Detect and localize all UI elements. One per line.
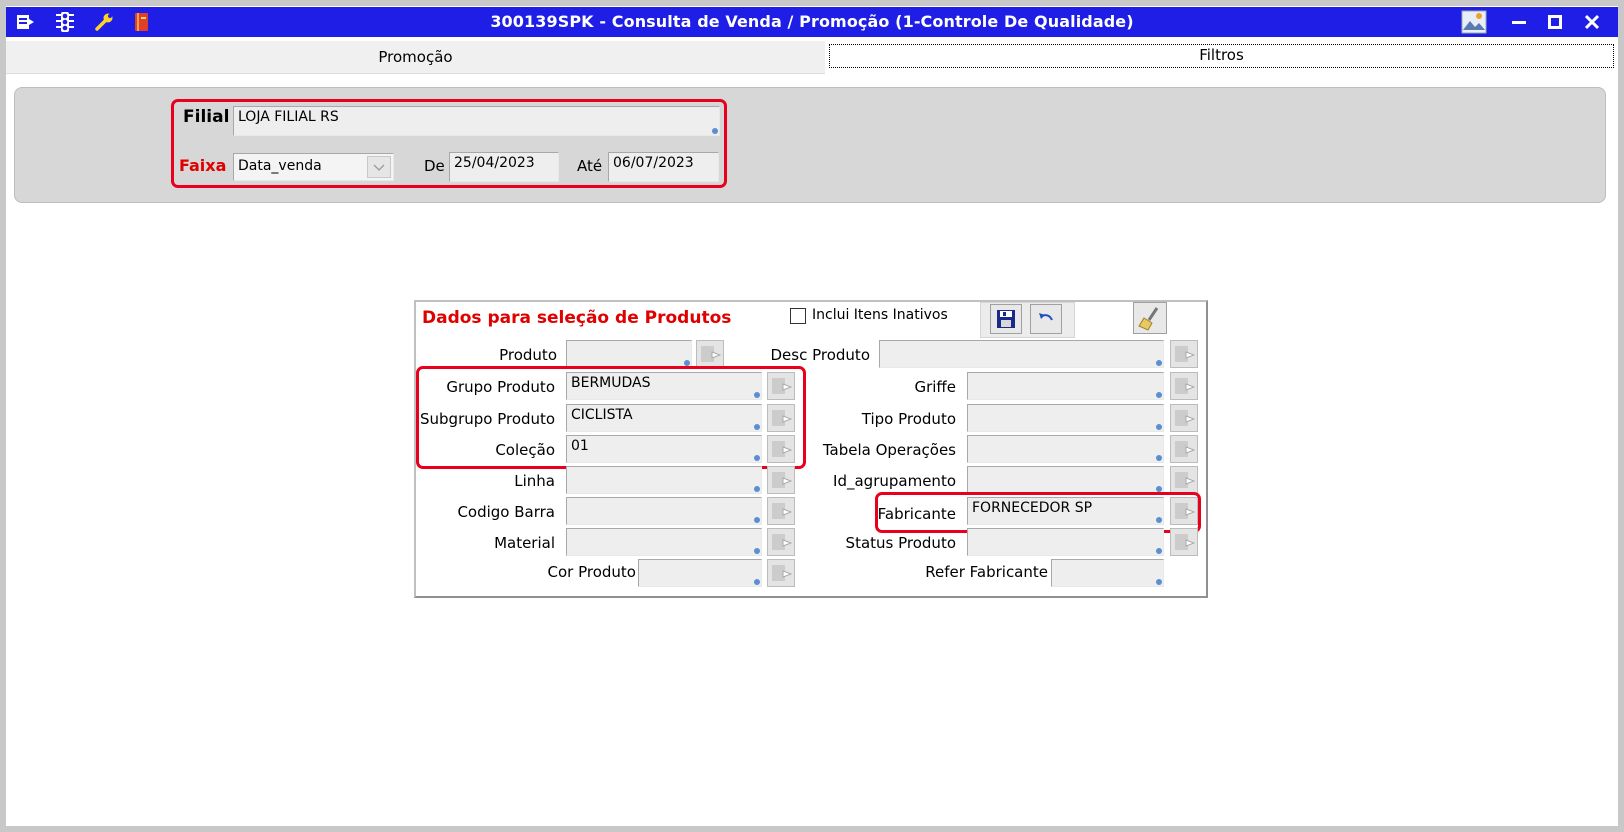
desc-produto-lookup-button[interactable]: [1170, 340, 1198, 368]
lookup-dot-icon: [1156, 548, 1162, 554]
highlight-box-grupo: [416, 366, 806, 469]
desc-produto-label: Desc Produto: [770, 346, 871, 364]
inclui-inativos-label: Inclui Itens Inativos: [812, 307, 948, 323]
lookup-dot-icon: [754, 486, 760, 492]
filial-label: Filial: [183, 107, 230, 127]
highlight-box-fabricante: [875, 492, 1201, 533]
lookup-dot-icon: [1156, 579, 1162, 585]
status-produto-field[interactable]: [967, 528, 1164, 556]
status-produto-label: Status Produto: [845, 534, 956, 552]
codigo-barra-label: Codigo Barra: [457, 503, 555, 521]
filial-field[interactable]: LOJA FILIAL RS: [233, 106, 720, 136]
tipo-produto-field[interactable]: [967, 404, 1164, 432]
griffe-field[interactable]: [967, 372, 1164, 400]
landscape-image-icon[interactable]: [1461, 10, 1487, 34]
clear-broom-button[interactable]: [1133, 302, 1167, 334]
id-agrupamento-field[interactable]: [967, 466, 1164, 494]
produto-field[interactable]: [566, 340, 692, 368]
lookup-dot-icon: [1156, 424, 1162, 430]
griffe-lookup-button[interactable]: [1170, 372, 1198, 400]
lookup-dot-icon: [1156, 360, 1162, 366]
produto-lookup-button[interactable]: [696, 340, 724, 368]
lookup-dot-icon: [712, 128, 718, 134]
de-date-field[interactable]: 25/04/2023: [449, 152, 559, 182]
chevron-down-icon[interactable]: [367, 156, 391, 178]
filial-value: LOJA FILIAL RS: [238, 109, 339, 125]
tipo-produto-lookup-button[interactable]: [1170, 404, 1198, 432]
lookup-dot-icon: [1156, 455, 1162, 461]
maximize-button[interactable]: [1542, 11, 1568, 33]
lookup-dot-icon: [1156, 392, 1162, 398]
id-agrupamento-label: Id_agrupamento: [833, 472, 956, 490]
undo-button[interactable]: [1030, 304, 1062, 334]
tabela-operacoes-field[interactable]: [967, 435, 1164, 463]
product-section-title: Dados para seleção de Produtos: [422, 308, 732, 328]
de-label: De: [424, 157, 445, 175]
minimize-button[interactable]: [1506, 11, 1532, 33]
linha-label: Linha: [514, 472, 555, 490]
desc-produto-field[interactable]: [879, 340, 1164, 368]
codigo-barra-lookup-button[interactable]: [767, 497, 795, 525]
tab-bar: Promoção Filtros: [6, 41, 1618, 74]
refer-fabricante-label: Refer Fabricante: [925, 563, 1048, 581]
id-agrupamento-lookup-button[interactable]: [1170, 466, 1198, 494]
material-field[interactable]: [566, 528, 762, 556]
inclui-inativos-checkbox[interactable]: [790, 308, 806, 324]
tabela-operacoes-lookup-button[interactable]: [1170, 435, 1198, 463]
refer-fabricante-field[interactable]: [1051, 559, 1164, 587]
cor-produto-lookup-button[interactable]: [767, 559, 795, 587]
status-produto-lookup-button[interactable]: [1170, 528, 1198, 556]
linha-lookup-button[interactable]: [767, 466, 795, 494]
title-bar: 300139SPK - Consulta de Venda / Promoção…: [6, 7, 1618, 37]
faixa-label: Faixa: [179, 156, 227, 175]
ate-label: Até: [577, 157, 603, 175]
tab-promocao[interactable]: Promoção: [6, 41, 825, 74]
tab-filtros[interactable]: Filtros: [829, 44, 1614, 68]
ate-date-field[interactable]: 06/07/2023: [608, 152, 719, 182]
griffe-label: Griffe: [914, 378, 956, 396]
cor-produto-field[interactable]: [638, 559, 762, 587]
material-label: Material: [494, 534, 555, 552]
close-button[interactable]: [1579, 11, 1605, 33]
faixa-value: Data_venda: [238, 158, 322, 174]
lookup-dot-icon: [754, 548, 760, 554]
lookup-dot-icon: [754, 517, 760, 523]
cor-produto-label: Cor Produto: [547, 563, 636, 581]
window-title: 300139SPK - Consulta de Venda / Promoção…: [490, 12, 1134, 31]
lookup-dot-icon: [754, 579, 760, 585]
save-button[interactable]: [990, 304, 1022, 334]
tipo-produto-label: Tipo Produto: [861, 410, 956, 428]
material-lookup-button[interactable]: [767, 528, 795, 556]
linha-field[interactable]: [566, 466, 762, 494]
faixa-select[interactable]: Data_venda: [233, 153, 394, 181]
produto-label: Produto: [499, 346, 557, 364]
codigo-barra-field[interactable]: [566, 497, 762, 525]
tabela-operacoes-label: Tabela Operações: [822, 441, 956, 459]
